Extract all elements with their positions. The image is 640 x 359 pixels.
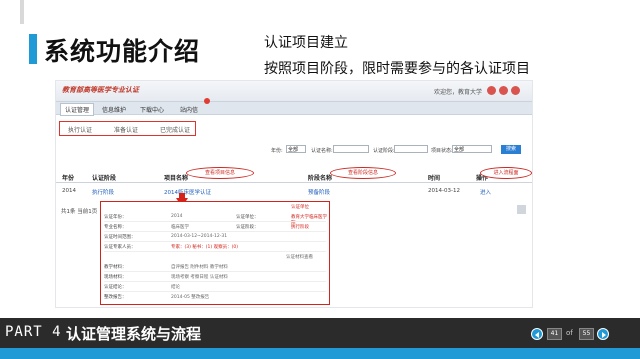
popup-row-label: 教学材料： [104, 265, 127, 270]
popup-divider [104, 271, 326, 272]
popup-divider [104, 231, 326, 232]
footer-accent-line [0, 348, 640, 359]
popup-row-label: 专业名称： [104, 225, 127, 230]
col-header-phase: 阶段名称 [308, 175, 333, 182]
nav-item-cert-management[interactable]: 认证管理 [60, 103, 95, 116]
part-label: PART 4 [5, 324, 62, 340]
left-decor-rule [20, 0, 24, 24]
cell-stage[interactable]: 执行阶段 [92, 188, 114, 196]
footer-title: 认证管理系统与流程 [66, 325, 202, 343]
popup-divider [104, 241, 326, 242]
popup-row-value[interactable]: 自评报告 附件材料 教学材料 [171, 264, 228, 270]
popup-row-label: 现场材料： [104, 275, 127, 280]
table-divider [56, 182, 532, 183]
cell-enter-link[interactable]: 进入 [480, 188, 491, 196]
cell-year: 2014 [62, 188, 76, 194]
nav-item-inbox[interactable]: 站内信 [176, 104, 202, 115]
popup-row-value[interactable]: 2014-05 整改报告 [171, 294, 209, 300]
col-header-project: 项目名称 [164, 175, 189, 182]
help-icon[interactable] [499, 86, 508, 95]
popup-row-label: 认证年份： [104, 215, 127, 220]
pager-text: 共1条 当前1页 [61, 209, 98, 215]
system-logo: 教育部高等医学专业认证 [62, 85, 139, 94]
slide-subtitle-2: 按照项目阶段，限时需要参与的各认证项目 [264, 61, 530, 77]
popup-row-label2: 认证单位： [236, 215, 259, 220]
col-header-stage: 认证阶段 [92, 175, 117, 182]
filter-stage-label: 认证阶段: [373, 148, 395, 154]
logout-icon[interactable] [511, 86, 520, 95]
subtab-preparing[interactable]: 准备认证 [114, 125, 138, 134]
popup-right-note[interactable]: 认证材料查看 [286, 254, 313, 260]
filter-status-label: 项目状态: [431, 148, 453, 154]
callout-view-stage: 查看阶段信息 [330, 167, 396, 179]
filter-year-label: 年份: [271, 148, 283, 154]
filter-name-label: 认证名称: [311, 148, 333, 154]
col-header-year: 年份 [62, 175, 75, 182]
slide-subtitle-1: 认证项目建立 [264, 35, 348, 51]
page-of-label: of [566, 329, 573, 337]
popup-divider [104, 251, 326, 252]
col-header-time: 时间 [428, 175, 441, 182]
home-icon[interactable] [487, 86, 496, 95]
subtab-executing[interactable]: 执行认证 [68, 125, 92, 134]
cell-phase-link[interactable]: 预备阶段 [308, 188, 330, 196]
popup-row-value[interactable]: 现场考察 考察日程 认证材料 [171, 274, 228, 280]
inbox-badge [204, 98, 210, 104]
popup-divider [104, 281, 326, 282]
next-page-icon[interactable] [597, 328, 609, 340]
prev-page-icon[interactable] [531, 328, 543, 340]
popup-row-value: 临床医学 [171, 225, 189, 230]
popup-divider [104, 291, 326, 292]
search-button[interactable]: 搜索 [501, 145, 521, 154]
subtab-group: 执行认证 准备认证 已完成认证 [59, 121, 196, 136]
title-accent-bar [29, 34, 37, 64]
popup-row-label2: 认证阶段： [236, 225, 259, 230]
filter-name-input[interactable] [333, 145, 369, 153]
project-detail-popup: 认证单位 认证年份： 2014 认证单位： 教育大学临床医学院 专业名称： 临床… [100, 201, 330, 305]
welcome-text: 欢迎您，教育大学 [433, 89, 482, 96]
popup-row-label: 认证时间范围： [104, 235, 136, 240]
system-screenshot: 教育部高等医学专业认证 欢迎您，教育大学 认证管理 信息维护 下载中心 站内信 … [55, 80, 533, 308]
popup-row-value: 2014-03-12~2014-12-31 [171, 234, 228, 239]
current-page-number: 41 [547, 328, 562, 340]
total-page-number: 55 [579, 328, 594, 340]
popup-row-label: 整改报告： [104, 295, 127, 300]
popup-header: 认证单位 [291, 205, 309, 210]
popup-row-label: 认证专家人员： [104, 245, 136, 250]
callout-view-project: 查看项目信息 [186, 167, 254, 179]
pager-next-button[interactable] [517, 205, 526, 214]
slide-title: 系统功能介绍 [44, 37, 201, 66]
popup-row-label: 认证结论： [104, 285, 127, 290]
filter-status-select[interactable]: 全部 [452, 145, 492, 153]
popup-divider [104, 221, 326, 222]
nav-item-download-center[interactable]: 下载中心 [136, 104, 168, 115]
filter-stage-input[interactable] [394, 145, 428, 153]
subtab-completed[interactable]: 已完成认证 [160, 125, 190, 134]
cell-time: 2014-03-12 [428, 188, 460, 194]
callout-enter-flow: 进入流程面 [480, 167, 532, 179]
filter-year-select[interactable]: 全部 [286, 145, 306, 153]
popup-row-value[interactable]: 结论 [171, 284, 180, 290]
main-nav: 认证管理 信息维护 下载中心 站内信 [56, 101, 532, 116]
cell-project-link[interactable]: 2014临床医学认证 [164, 188, 211, 196]
popup-row-value: 2014 [171, 214, 183, 219]
popup-row-value2: 执行阶段 [291, 225, 309, 230]
popup-row-value: 专家：(3) 秘书：(1) 观察员：(0) [171, 245, 238, 250]
nav-item-info-maintenance[interactable]: 信息维护 [98, 104, 130, 115]
